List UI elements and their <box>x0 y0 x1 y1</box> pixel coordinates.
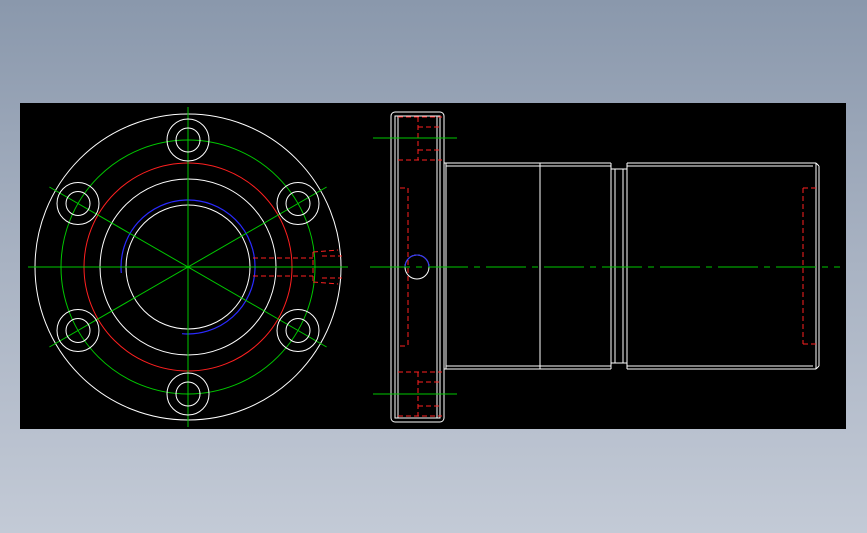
groove <box>611 163 628 369</box>
nut-body-right <box>627 162 820 370</box>
side-hole-arc <box>404 254 430 268</box>
nut-body <box>444 162 612 370</box>
side-view <box>370 111 840 423</box>
front-view <box>28 107 348 427</box>
cad-drawing <box>28 107 840 427</box>
